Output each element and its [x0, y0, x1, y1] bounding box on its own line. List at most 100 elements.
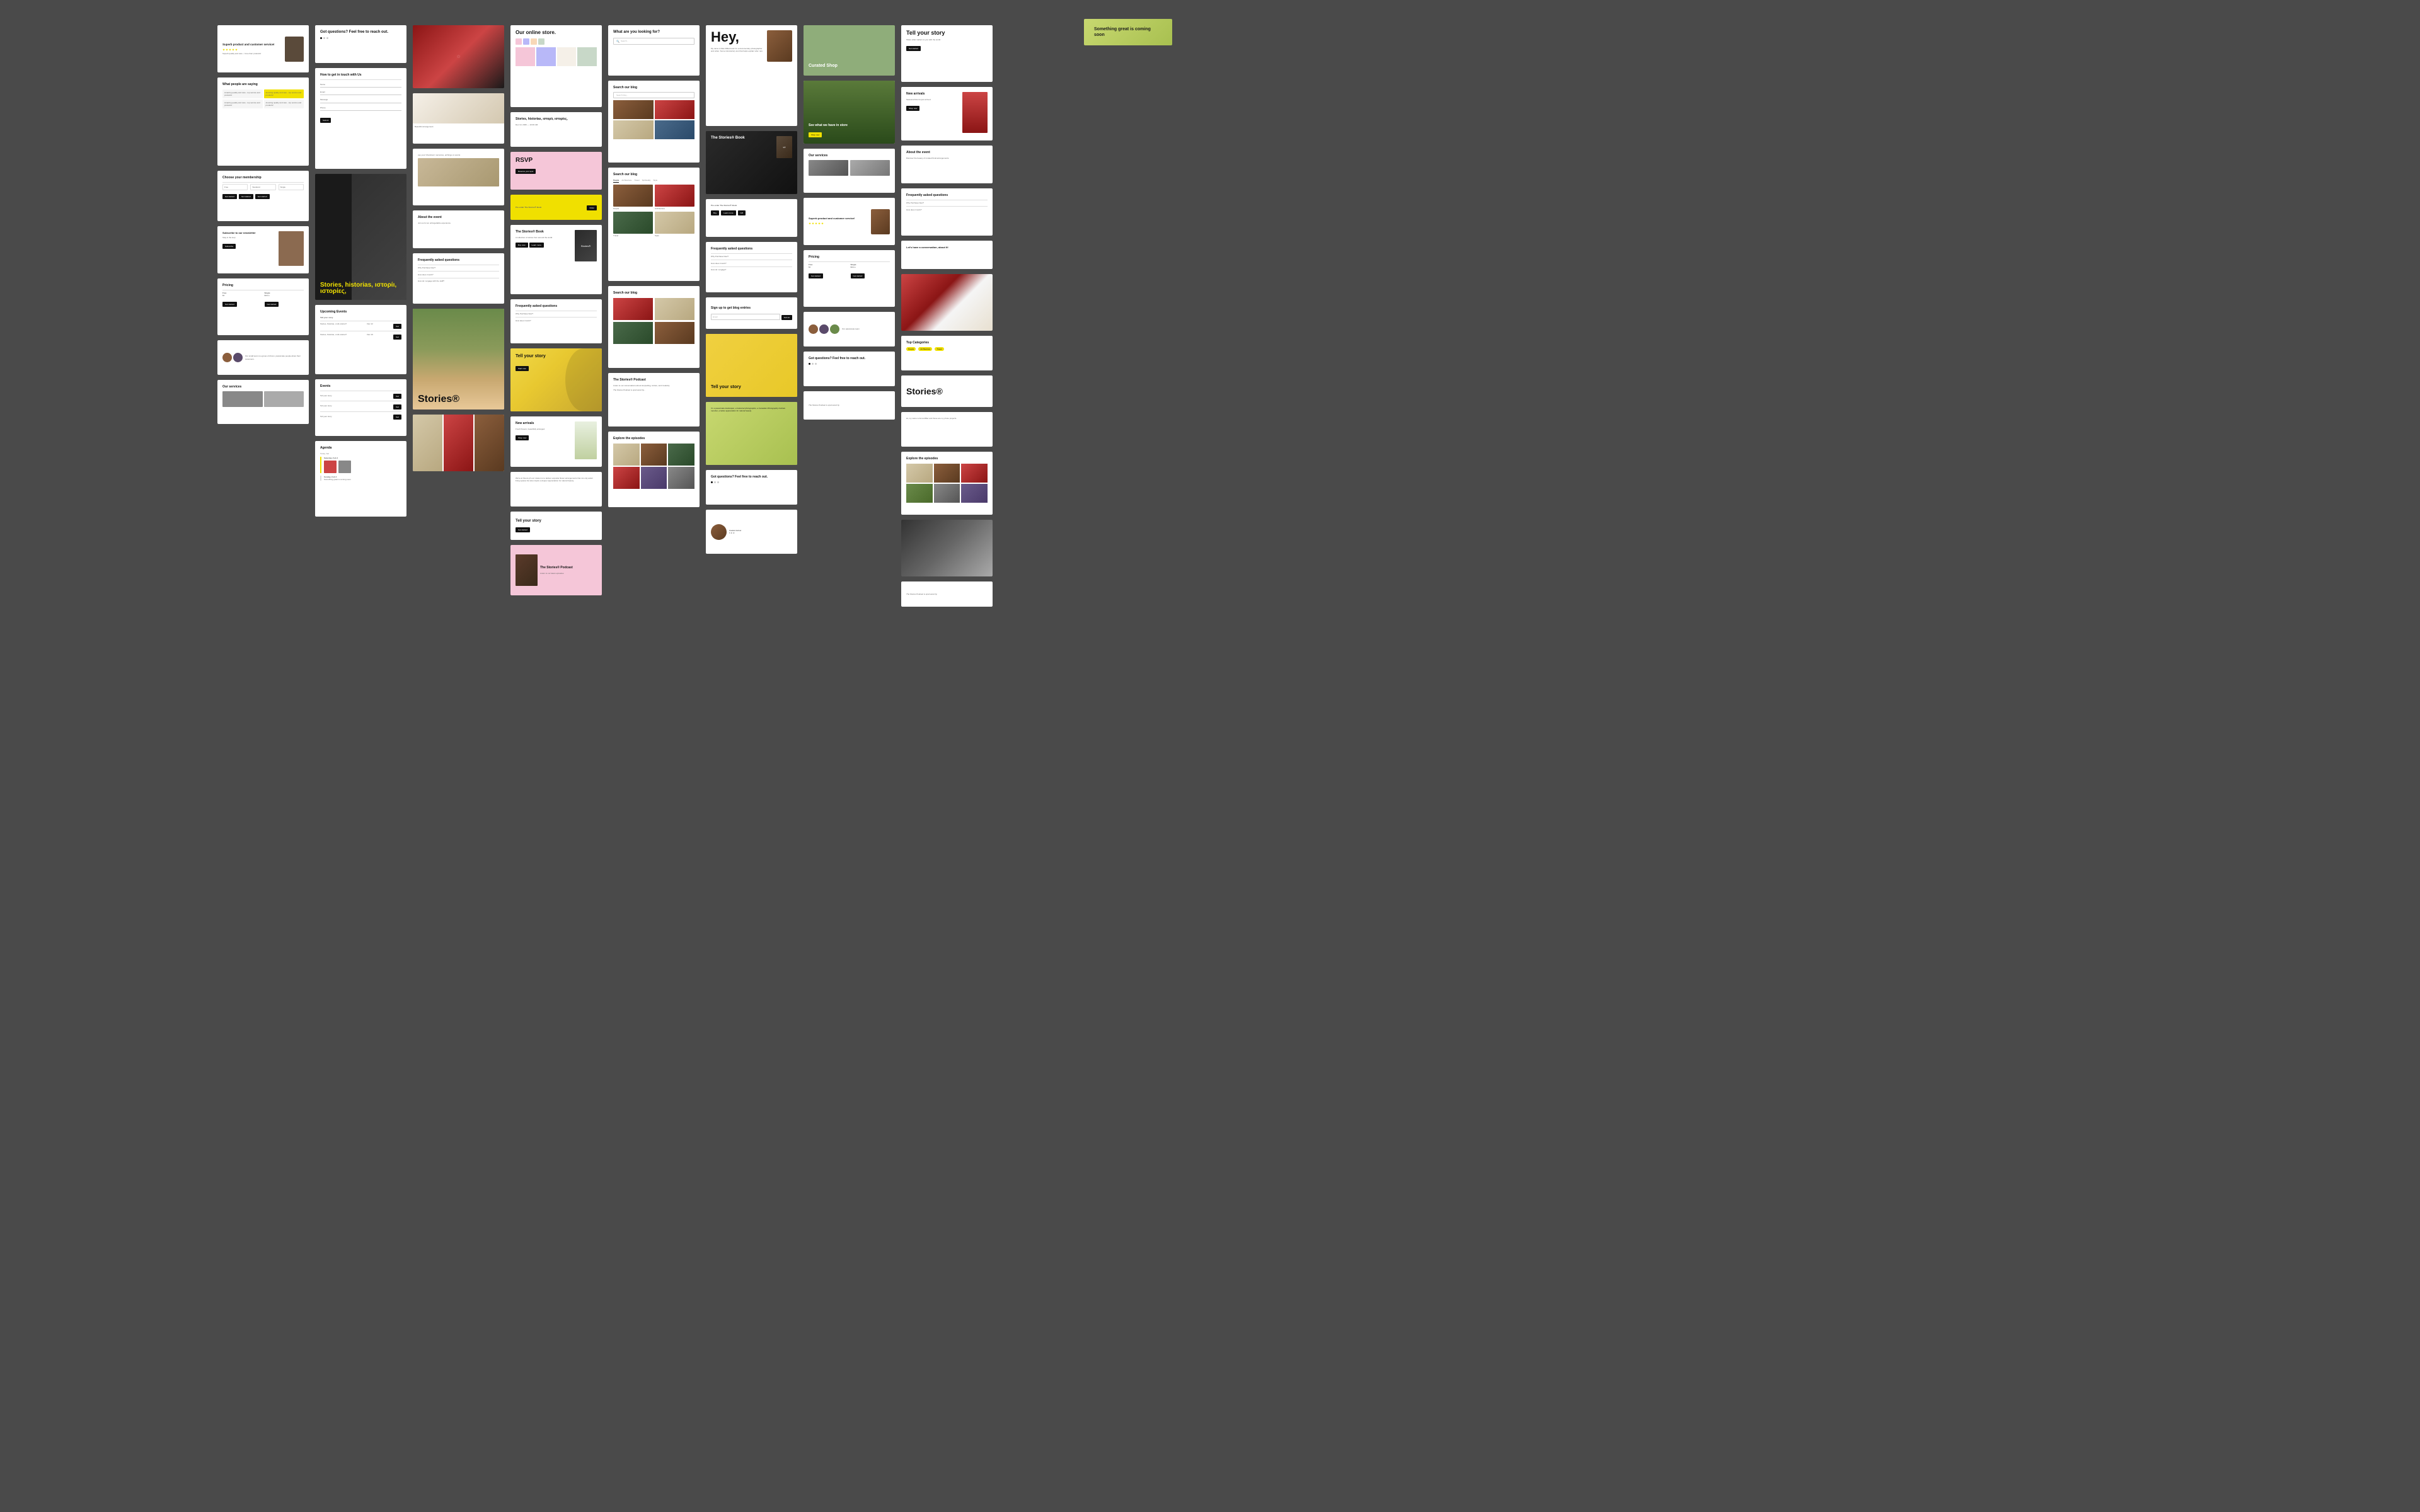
search-input[interactable]: 🔍 Search...	[613, 38, 694, 45]
tab-architecture[interactable]: Architecture	[621, 179, 631, 183]
learn-button[interactable]: Learn more	[721, 210, 735, 215]
tell-story-btn[interactable]: Start now	[516, 366, 529, 371]
buy-button[interactable]: Buy	[711, 210, 719, 215]
get-started-button[interactable]: Get started	[255, 194, 270, 199]
shop-now-button[interactable]: Shop now	[516, 435, 529, 440]
tab-travel[interactable]: Travel	[634, 179, 639, 183]
plan-btn[interactable]: Get started	[265, 302, 279, 307]
swatch-purple[interactable]	[523, 38, 529, 45]
search-placeholder: Search...	[621, 40, 628, 42]
event-btn[interactable]: Get	[393, 404, 401, 410]
nav-dot[interactable]	[326, 37, 328, 39]
shop-btn[interactable]: Shop now	[906, 106, 919, 111]
signup-title: Sign up to get blog entries	[711, 306, 792, 311]
blog-image	[655, 322, 694, 344]
event-label: Tell your story	[320, 394, 332, 397]
field-extra[interactable]: Phone	[320, 105, 401, 111]
submit-button[interactable]: Submit	[320, 118, 331, 123]
nav-dot[interactable]	[323, 37, 325, 39]
tab-people[interactable]: People	[613, 179, 619, 183]
gift-button[interactable]: Gift	[738, 210, 746, 215]
nav-dot[interactable]	[717, 481, 719, 483]
nav-dot[interactable]	[809, 363, 810, 365]
book-buy-card: Pre-order The Stories® Book Buy Learn mo…	[706, 199, 797, 237]
event-btn[interactable]: Get	[393, 415, 401, 420]
tell-story2-title: Tell your story	[516, 519, 597, 524]
reviews-grid: Amazing quality and care - top service a…	[222, 89, 304, 109]
divider	[711, 266, 792, 267]
tier-label: Free	[224, 186, 246, 188]
learn-button[interactable]: Learn more	[529, 243, 544, 248]
review2-portrait	[871, 209, 890, 234]
email-input[interactable]: Email	[711, 314, 780, 320]
event-label: Tell your story	[320, 415, 332, 418]
profile-info: Caelan below 5 ★ ★	[729, 529, 741, 534]
preorder-button[interactable]: Order	[587, 205, 597, 210]
tell-story-fruit-card: Tell your story	[706, 334, 797, 397]
divider	[320, 79, 401, 80]
event-button[interactable]: Get	[393, 324, 401, 329]
cat-tag[interactable]: Architecture	[918, 347, 932, 351]
tab-style[interactable]: Style	[653, 179, 657, 183]
result-img	[613, 120, 654, 139]
rsvp-button[interactable]: Reserve your spot	[516, 169, 536, 174]
profile-bio: 5 ★ ★	[729, 532, 741, 534]
event-btn[interactable]: Get	[393, 394, 401, 399]
plan-btn[interactable]: Get started	[222, 302, 237, 307]
tab-spirituality[interactable]: Spirituality	[642, 179, 651, 183]
tell-story2-btn[interactable]: Get started	[516, 527, 530, 532]
sage-header-card: Curated Shop	[804, 25, 895, 76]
blog-search-input[interactable]: Search blog...	[613, 92, 694, 98]
plan-btn[interactable]: Get started	[809, 273, 823, 278]
swatch-sage[interactable]	[538, 38, 544, 45]
result-item: People	[613, 185, 653, 210]
nav-dot[interactable]	[714, 481, 716, 483]
cat-tag[interactable]: Travel	[935, 347, 943, 351]
result-label: Travel	[613, 234, 653, 237]
event-row: Stories, historias, o His stories? Dec 1…	[320, 323, 401, 329]
field-message[interactable]: Message	[320, 97, 401, 103]
faq-q: How do I engage with the staff?	[418, 280, 499, 282]
membership-title: Choose your membership	[222, 176, 304, 180]
tier-item[interactable]: Standard	[250, 184, 275, 190]
event-button[interactable]: Get	[393, 335, 401, 340]
field-email[interactable]: Email	[320, 89, 401, 95]
form-fields: Name Email Message Phone Submit	[320, 82, 401, 124]
submit-button[interactable]: Submit	[781, 315, 792, 320]
coming-soon-badge: Something great is coming soon	[1084, 19, 1172, 45]
nav-dot[interactable]	[320, 37, 322, 39]
faq3-q: How do I engage?	[711, 268, 792, 271]
subscribe-button[interactable]: Subscribe	[222, 244, 236, 249]
start-button[interactable]: Get started	[906, 46, 921, 51]
field-dark-title: See what we have in store	[809, 123, 890, 127]
contact3-title: Got questions? Feel free to reach out.	[809, 357, 890, 361]
get-started-button[interactable]: Get started	[239, 194, 253, 199]
review-item: Amazing quality and care - top service a…	[222, 89, 263, 98]
buy-button[interactable]: Buy now	[516, 243, 528, 248]
contact2-title: Got questions? Feel free to reach out.	[711, 475, 792, 479]
cat-tag[interactable]: People	[906, 347, 916, 351]
episodes-grid	[613, 444, 694, 489]
nav-dot[interactable]	[815, 363, 817, 365]
agenda-day: Saturday, Feb 2	[324, 457, 401, 459]
nav-dot[interactable]	[812, 363, 814, 365]
get-started-button[interactable]: Get started	[222, 194, 237, 199]
book-text-overlay: The Stories® Book S®	[711, 136, 792, 140]
plan-btn[interactable]: Get started	[851, 273, 865, 278]
contact-title: Got questions? Feel free to reach out.	[320, 30, 401, 35]
faq3-q: Why Purchase Now?	[711, 255, 792, 258]
swatch-pink[interactable]	[516, 38, 522, 45]
services-title: Our services	[222, 385, 304, 389]
tier-item[interactable]: Single	[279, 184, 304, 190]
mission-card: We're at Fleurs.ph our mission is to del…	[510, 472, 602, 507]
agenda-card: Agenda Today, Sat Saturday, Feb 2 Sunday…	[315, 441, 406, 517]
photo-grid	[413, 415, 504, 471]
red-flower-photo-card	[901, 274, 993, 331]
tier-item[interactable]: Free	[222, 184, 248, 190]
shop-btn[interactable]: Shop now	[809, 132, 822, 137]
field-name[interactable]: Name	[320, 82, 401, 88]
nav-dot[interactable]	[711, 481, 713, 483]
red-flower-img	[962, 92, 988, 133]
divider	[222, 182, 304, 183]
swatch-peach[interactable]	[531, 38, 537, 45]
